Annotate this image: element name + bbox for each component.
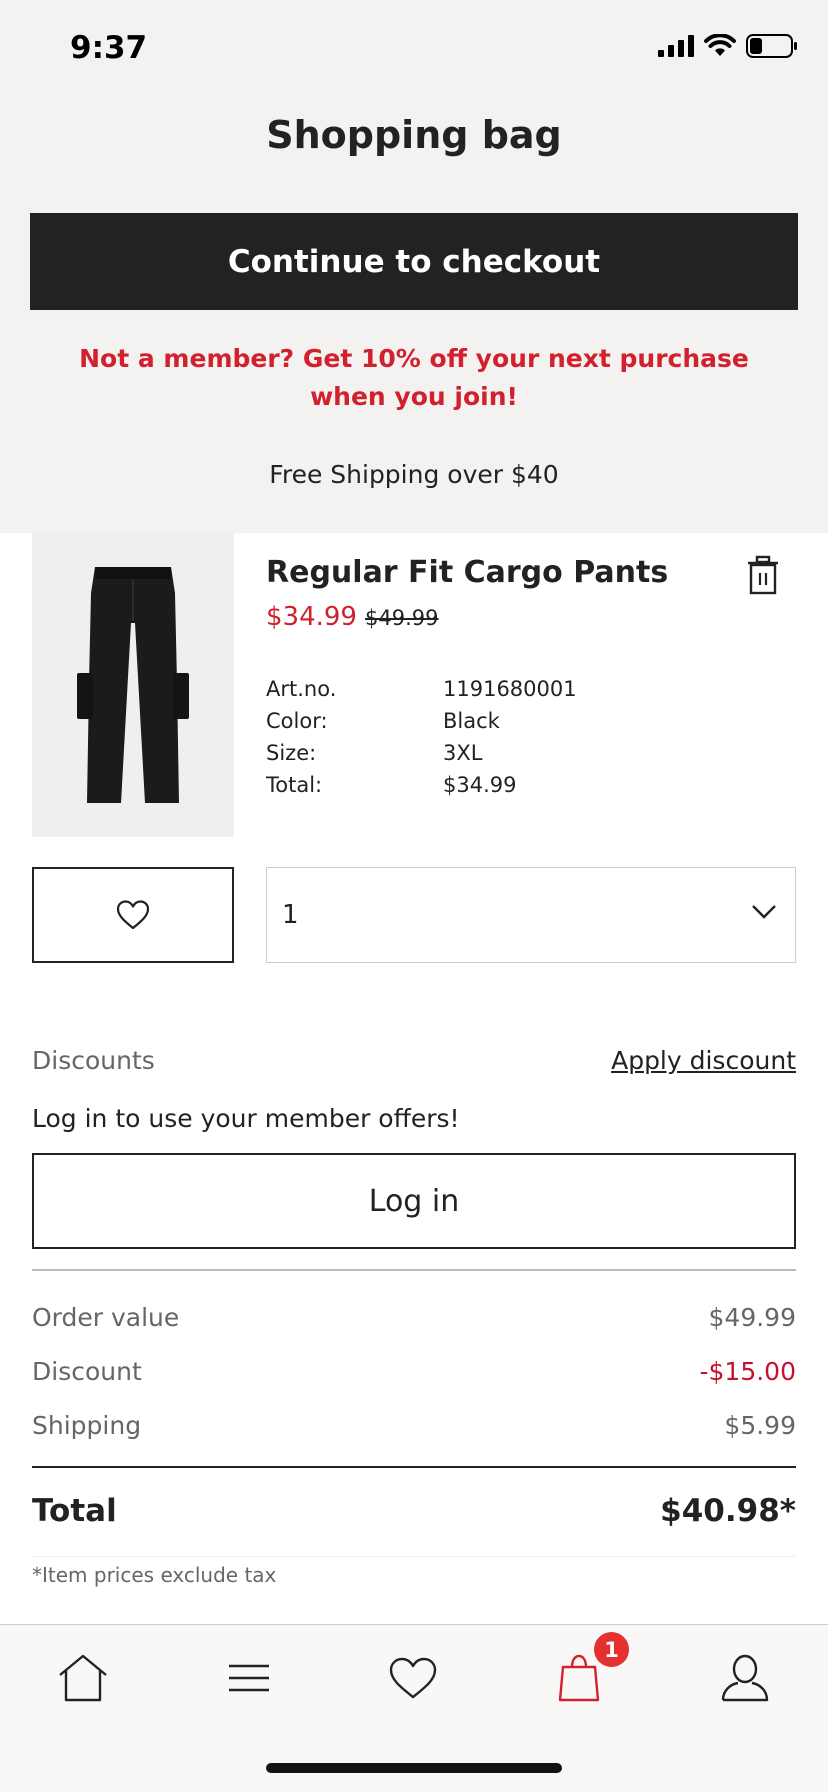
status-bar: 9:37 — [0, 0, 828, 100]
member-promo-link[interactable]: Not a member? Get 10% off your next purc… — [60, 340, 768, 416]
divider — [32, 1556, 796, 1557]
quantity-select[interactable]: 1 — [266, 867, 796, 963]
detail-label: Color: — [266, 709, 328, 733]
total-row: Total $40.98* — [32, 1493, 796, 1529]
detail-row: Size: 3XL — [266, 737, 746, 769]
home-icon[interactable] — [48, 1648, 118, 1708]
menu-icon[interactable] — [214, 1648, 284, 1708]
page-title: Shopping bag — [266, 113, 562, 157]
detail-value: Black — [443, 709, 500, 733]
chevron-down-icon — [751, 904, 777, 924]
detail-row: Art.no. 1191680001 — [266, 673, 746, 705]
bag-count-badge: 1 — [594, 1632, 629, 1667]
member-offers-text: Log in to use your member offers! — [32, 1104, 460, 1133]
divider — [32, 1466, 796, 1468]
summary-value: -$15.00 — [699, 1357, 797, 1386]
detail-value: 1191680001 — [443, 677, 577, 701]
detail-value: 3XL — [443, 741, 483, 765]
total-value: $40.98* — [660, 1493, 796, 1529]
heart-icon — [116, 900, 150, 930]
summary-label: Shipping — [32, 1411, 142, 1440]
shipping-row: Shipping $5.99 — [32, 1411, 796, 1440]
total-label: Total — [32, 1493, 117, 1529]
summary-label: Order value — [32, 1303, 180, 1332]
detail-value: $34.99 — [443, 773, 517, 797]
cargo-pants-image — [77, 566, 189, 803]
discounts-label: Discounts — [32, 1046, 155, 1075]
product-image[interactable] — [32, 533, 234, 837]
summary-value: $49.99 — [708, 1303, 796, 1332]
trash-icon[interactable] — [745, 555, 781, 595]
summary-label: Discount — [32, 1357, 142, 1386]
log-in-button[interactable]: Log in — [32, 1153, 796, 1249]
detail-label: Total: — [266, 773, 323, 797]
divider — [32, 1269, 796, 1271]
product-name[interactable]: Regular Fit Cargo Pants — [266, 555, 668, 590]
detail-label: Art.no. — [266, 677, 337, 701]
sale-price: $34.99 — [266, 602, 357, 632]
favorites-heart-icon[interactable] — [378, 1648, 448, 1708]
quantity-value: 1 — [282, 900, 299, 930]
status-time: 9:37 — [70, 30, 148, 66]
battery-icon — [746, 34, 798, 62]
detail-label: Size: — [266, 741, 317, 765]
tax-note: *Item prices exclude tax — [32, 1563, 277, 1587]
order-value-row: Order value $49.99 — [32, 1303, 796, 1332]
free-shipping-banner: Free Shipping over $40 — [269, 460, 559, 489]
price-row: $34.99 $49.99 — [266, 602, 438, 632]
status-icons — [658, 33, 798, 62]
signal-icon — [658, 35, 694, 61]
product-details: Art.no. 1191680001 Color: Black Size: 3X… — [266, 673, 746, 801]
summary-value: $5.99 — [724, 1411, 796, 1440]
original-price: $49.99 — [364, 606, 439, 630]
continue-to-checkout-button[interactable]: Continue to checkout — [30, 213, 798, 310]
detail-row: Color: Black — [266, 705, 746, 737]
wifi-icon — [704, 33, 736, 62]
detail-row: Total: $34.99 — [266, 769, 746, 801]
add-to-favorites-button[interactable] — [32, 867, 234, 963]
account-icon[interactable] — [710, 1648, 780, 1708]
home-indicator[interactable] — [266, 1763, 562, 1773]
discount-row: Discount -$15.00 — [32, 1357, 796, 1386]
apply-discount-link[interactable]: Apply discount — [611, 1046, 796, 1075]
